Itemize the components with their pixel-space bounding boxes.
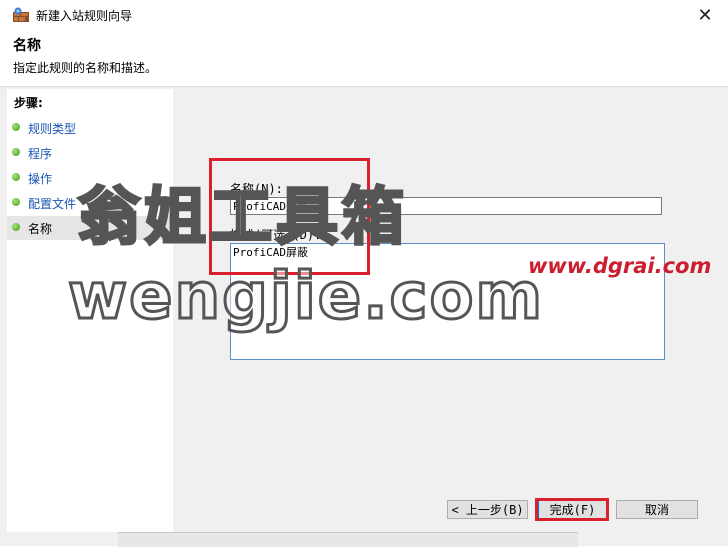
sidebar-item-label: 操作 xyxy=(28,172,53,186)
background-window-strip xyxy=(0,532,728,547)
sidebar-item-name[interactable]: 名称 xyxy=(7,216,173,240)
sidebar-item-label: 规则类型 xyxy=(28,122,77,136)
wizard-body: 步骤: 规则类型 程序 操作 配置文件 名称 名称(N): ProfiCAD屏蔽… xyxy=(0,87,728,532)
firewall-shield-icon xyxy=(13,7,29,22)
step-bullet-icon xyxy=(12,198,20,206)
sidebar-item-label: 配置文件 xyxy=(28,197,77,211)
sidebar-item-label: 名称 xyxy=(28,222,53,236)
close-button[interactable]: ✕ xyxy=(682,0,728,30)
finish-highlight-box xyxy=(535,498,609,521)
step-bullet-icon xyxy=(12,148,20,156)
page-subtitle: 指定此规则的名称和描述。 xyxy=(13,61,158,75)
steps-sidebar: 步骤: 规则类型 程序 操作 配置文件 名称 xyxy=(7,89,173,532)
steps-heading: 步骤: xyxy=(14,96,43,110)
close-icon: ✕ xyxy=(697,4,713,26)
sidebar-item-label: 程序 xyxy=(28,147,53,161)
cancel-button[interactable]: 取消 xyxy=(616,500,698,519)
step-bullet-icon xyxy=(12,123,20,131)
back-button[interactable]: < 上一步(B) xyxy=(447,500,528,519)
highlight-box xyxy=(209,158,370,275)
page-title: 名称 xyxy=(13,38,41,54)
sidebar-item-rule-type[interactable]: 规则类型 xyxy=(7,116,173,140)
wizard-header: 名称 指定此规则的名称和描述。 xyxy=(0,30,728,87)
background-window-fragment xyxy=(118,532,578,547)
window-title: 新建入站规则向导 xyxy=(36,9,133,23)
sidebar-item-profile[interactable]: 配置文件 xyxy=(7,191,173,215)
step-bullet-icon xyxy=(12,223,20,231)
title-bar: 新建入站规则向导 ✕ xyxy=(0,0,728,30)
wizard-content: 名称(N): ProfiCAD屏蔽 描述(可选)(D): ProfiCAD屏蔽 xyxy=(176,89,722,532)
step-bullet-icon xyxy=(12,173,20,181)
sidebar-item-program[interactable]: 程序 xyxy=(7,141,173,165)
sidebar-item-action[interactable]: 操作 xyxy=(7,166,173,190)
